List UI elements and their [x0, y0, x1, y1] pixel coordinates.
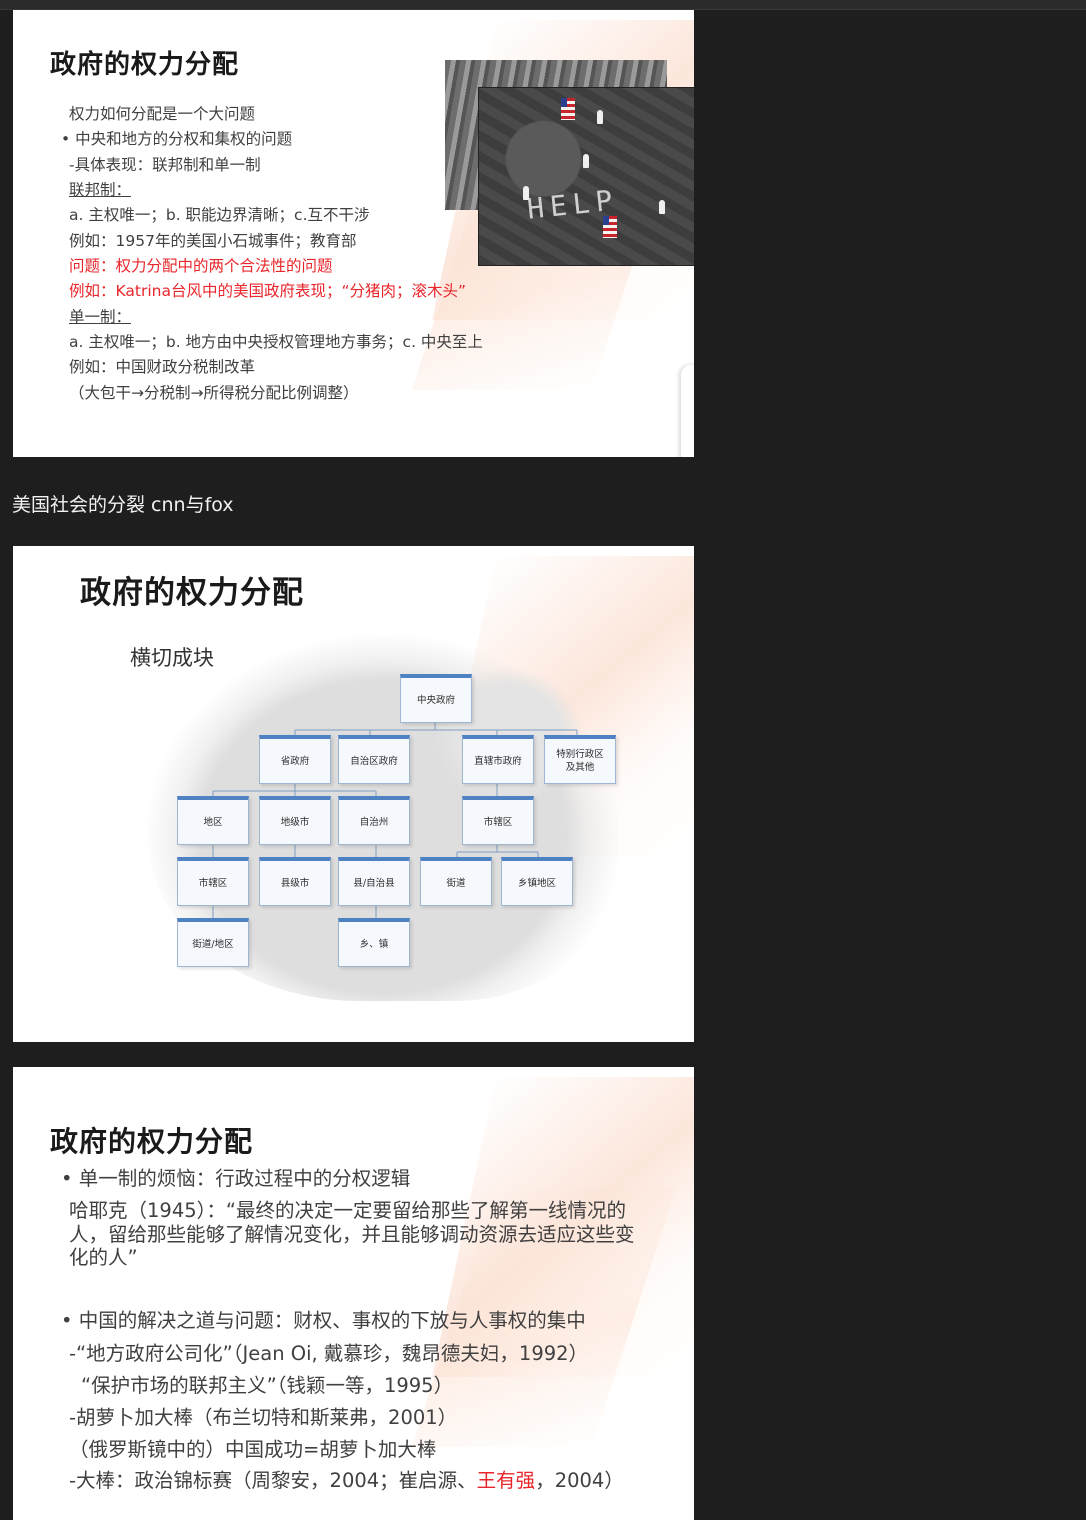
org-box-autonomous-prefecture: 自治州 [338, 796, 410, 845]
org-box-city-district: 市辖区 [177, 857, 249, 906]
org-box-county: 县/自治县 [338, 857, 410, 906]
org-box-autonomous-region: 自治区政府 [338, 735, 410, 784]
highlight-name: 王有强 [476, 1469, 536, 1492]
highlight-line: 问题：权力分配中的两个合法性的问题 [69, 257, 333, 275]
org-box-central-government: 中央政府 [400, 674, 472, 723]
bullet-line: • 中国的解决之道与问题：财权、事权的下放与人事权的集中 [61, 1309, 586, 1332]
flag-icon [603, 216, 617, 238]
org-box-prefecture: 地区 [177, 796, 249, 845]
quote-line: 化的人” [69, 1246, 138, 1269]
org-box-subdistrict: 街道 [420, 857, 492, 906]
org-box-township-area: 乡镇地区 [501, 857, 573, 906]
quote-line: 人，留给那些能够了解情况变化，并且能够调动资源去适应这些变 [69, 1223, 635, 1246]
text-segment: -大棒：政治锦标赛（周黎安，2004；崔启源、 [69, 1469, 477, 1492]
slide-3: 政府的权力分配 • 单一制的烦恼：行政过程中的分权逻辑 哈耶克（1945）：“最… [13, 1067, 694, 1520]
slide-title: 政府的权力分配 [50, 1125, 254, 1158]
flag-icon [561, 98, 575, 120]
text-line: -“地方政府公司化”（Jean Oi, 戴慕珍，魏昂德夫妇，1992） [69, 1342, 589, 1365]
section-label: 单一制： [69, 308, 132, 326]
person-figure [523, 186, 529, 200]
text-line: 例如：中国财政分税制改革 [69, 358, 256, 376]
text-line: “保护市场的联邦主义”（钱颖一等，1995） [81, 1374, 454, 1397]
text-line: a. 主权唯一；b. 职能边界清晰；c.互不干涉 [69, 206, 370, 224]
text-segment: ，2004） [535, 1469, 624, 1492]
org-box-municipality: 直辖市政府 [462, 735, 534, 784]
org-box-municipal-district: 市辖区 [462, 796, 534, 845]
section-label: 联邦制： [69, 181, 132, 199]
bullet-line: • 中央和地方的分权和集权的问题 [61, 130, 293, 148]
slide-1: 政府的权力分配 权力如何分配是一个大问题 • 中央和地方的分权和集权的问题 -具… [13, 10, 694, 457]
org-box-special-region: 特别行政区 及其他 [544, 735, 616, 784]
org-box-prefecture-city: 地级市 [259, 796, 331, 845]
bullet-line: • 单一制的烦恼：行政过程中的分权逻辑 [61, 1167, 411, 1190]
text-line: 权力如何分配是一个大问题 [69, 105, 256, 123]
text-line: -具体表现：联邦制和单一制 [69, 156, 261, 174]
text-line: （大包干→分税制→所得税分配比例调整） [69, 384, 359, 402]
org-box-county-city: 县级市 [259, 857, 331, 906]
highlight-line: 例如：Katrina台风中的美国政府表现；“分猪肉；滚木头” [69, 282, 467, 300]
text-line: 例如：1957年的美国小石城事件；教育部 [69, 232, 357, 250]
person-figure [583, 154, 589, 168]
floating-panel-edge [681, 365, 694, 457]
window-top-bar [0, 0, 1086, 10]
slide-title: 政府的权力分配 [50, 50, 240, 80]
note-text: 美国社会的分裂 cnn与fox [12, 494, 234, 516]
person-figure [659, 200, 665, 214]
text-line: -大棒：政治锦标赛（周黎安，2004；崔启源、王有强，2004） [69, 1464, 624, 1493]
text-line: -胡萝卜加大棒（布兰切特和斯莱弗，2001） [69, 1406, 458, 1429]
rooftop-help-photo: HELP [479, 88, 694, 265]
org-box-township: 乡、镇 [338, 918, 410, 967]
text-line: （俄罗斯镜中的）中国成功=胡萝卜加大棒 [69, 1438, 437, 1461]
text-line: a. 主权唯一；b. 地方由中央授权管理地方事务；c. 中央至上 [69, 333, 483, 351]
org-box-subdistrict-area: 街道/地区 [177, 918, 249, 967]
org-chart-connectors [212, 722, 578, 922]
slide-2: 政府的权力分配 横切成块 中央政府 省政府 自治区政府 直辖市政府 特别行政区 … [13, 546, 694, 1042]
org-box-province: 省政府 [259, 735, 331, 784]
person-figure [597, 110, 603, 124]
